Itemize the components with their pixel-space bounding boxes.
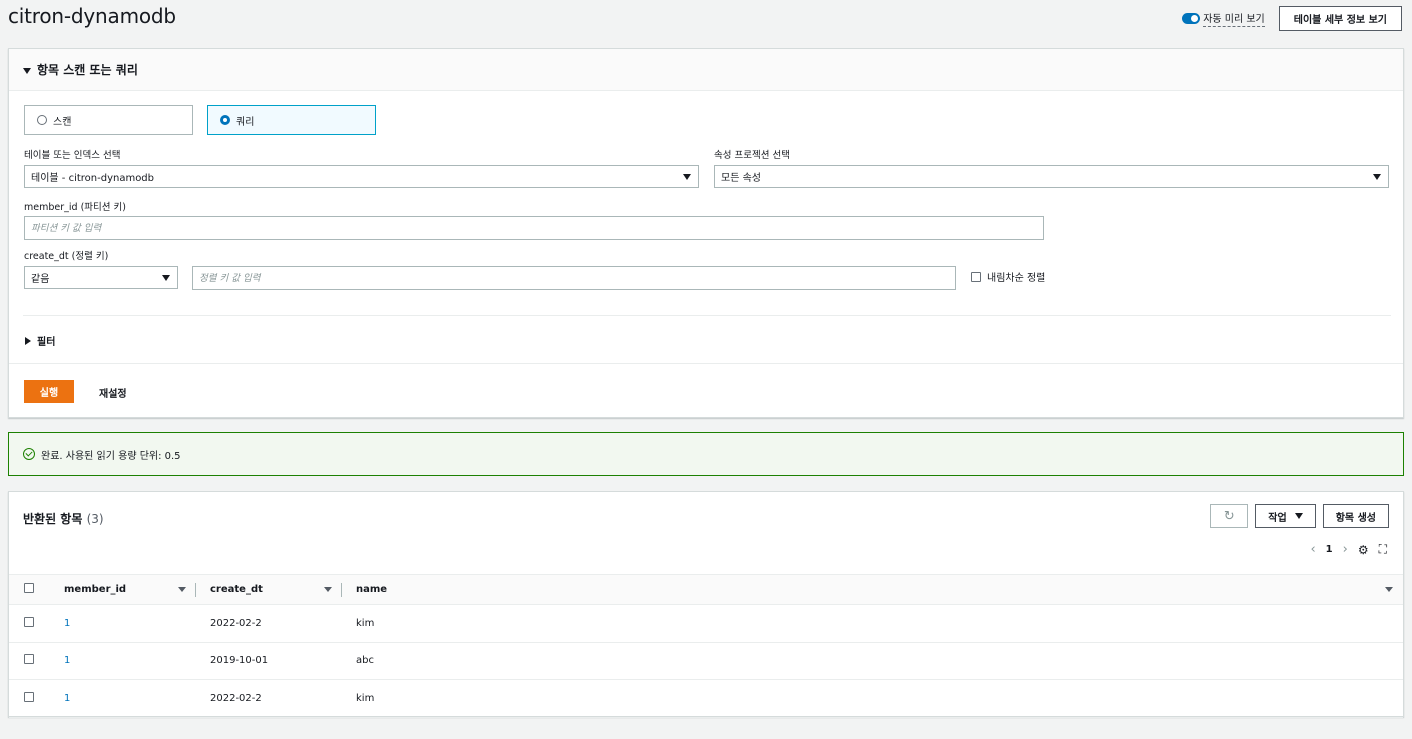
cell-create-dt: 2022-02-2: [210, 617, 262, 629]
descending-sort-option[interactable]: 내림차순 정렬: [971, 269, 1045, 284]
caret-down-icon: [162, 275, 170, 281]
row-checkbox[interactable]: [24, 654, 34, 665]
results-actions: ↻ 작업 항목 생성: [1210, 504, 1389, 528]
select-all-cell: [9, 575, 50, 605]
cell-name: kim: [356, 617, 375, 629]
create-item-button[interactable]: 항목 생성: [1322, 504, 1389, 528]
sort-icon[interactable]: [178, 587, 186, 592]
projection-label: 속성 프로젝션 선택: [714, 150, 790, 161]
table-index-select[interactable]: 테이블 - citron-dynamodb: [24, 165, 699, 188]
page-title: citron-dynamodb: [8, 4, 176, 28]
caret-down-icon: [1373, 174, 1381, 180]
auto-preview-label: 자동 미리 보기: [1203, 10, 1265, 27]
member-id-link[interactable]: 1: [64, 618, 70, 629]
success-alert: 완료. 사용된 읽기 용량 단위: 0.5: [8, 432, 1404, 476]
fullscreen-icon[interactable]: ⛶: [1379, 542, 1387, 557]
scan-query-header[interactable]: 항목 스캔 또는 쿼리: [9, 49, 1403, 91]
row-checkbox[interactable]: [24, 616, 34, 627]
results-count: (3): [86, 512, 104, 526]
caret-down-icon: [1294, 513, 1303, 519]
filter-label: 필터: [37, 337, 56, 348]
table-details-button[interactable]: 테이블 세부 정보 보기: [1278, 6, 1402, 31]
cell-create-dt: 2019-10-01: [210, 655, 269, 667]
scan-radio-label: 스캔: [53, 116, 72, 128]
select-all-checkbox[interactable]: [24, 583, 34, 593]
scan-query-panel: 항목 스캔 또는 쿼리 스캔 쿼리 테이블 또는 인덱스 선택 테이블 - ci…: [8, 48, 1404, 418]
sort-condition-value: 같음: [31, 274, 50, 285]
table-index-label: 테이블 또는 인덱스 선택: [24, 150, 121, 161]
cell-name: kim: [356, 692, 375, 704]
results-panel: 반환된 항목 (3) ↻ 작업 항목 생성 ‹ 1 › ⚙ ⛶ member_i…: [8, 491, 1404, 717]
header-actions: 자동 미리 보기 테이블 세부 정보 보기: [1182, 6, 1402, 31]
row-select-cell: [9, 680, 50, 718]
sort-key-input[interactable]: [192, 266, 956, 290]
cell-member-id: 1: [50, 680, 196, 718]
scan-radio-tile[interactable]: 스캔: [24, 105, 193, 135]
row-checkbox[interactable]: [24, 691, 34, 702]
table-row[interactable]: 1 2019-10-01 abc: [9, 642, 1403, 680]
query-radio-label: 쿼리: [236, 116, 255, 128]
member-id-link[interactable]: 1: [64, 693, 70, 704]
descending-checkbox[interactable]: [971, 271, 981, 282]
query-radio-tile[interactable]: 쿼리: [207, 105, 376, 135]
cell-member-id: 1: [50, 605, 196, 643]
results-title: 반환된 항목 (3): [23, 510, 104, 527]
refresh-icon: ↻: [1223, 508, 1235, 524]
filter-expander[interactable]: 필터: [25, 333, 55, 348]
check-circle-icon: [23, 448, 35, 460]
cell-create-dt: 2022-02-2: [210, 692, 262, 704]
column-header-label: name: [356, 584, 388, 595]
sort-icon[interactable]: [324, 587, 332, 592]
column-header-create-dt[interactable]: create_dt: [196, 575, 342, 605]
pagination: ‹ 1 › ⚙ ⛶: [1310, 542, 1387, 557]
sort-icon[interactable]: [1385, 587, 1393, 592]
chevron-right-icon[interactable]: ›: [1343, 542, 1348, 557]
actions-button[interactable]: 작업: [1255, 504, 1316, 528]
scan-query-title: 항목 스캔 또는 쿼리: [37, 63, 138, 77]
results-title-text: 반환된 항목: [23, 512, 83, 526]
cell-name: abc: [356, 655, 374, 667]
query-footer: 실행 재설정: [9, 363, 1403, 419]
cell-member-id: 1: [50, 642, 196, 680]
alert-message: 완료. 사용된 읽기 용량 단위: 0.5: [41, 450, 181, 462]
gear-icon[interactable]: ⚙: [1358, 543, 1369, 557]
descending-label: 내림차순 정렬: [987, 273, 1046, 284]
column-header-label: member_id: [64, 584, 127, 595]
page-number[interactable]: 1: [1326, 544, 1333, 555]
radio-selected-icon: [220, 115, 230, 125]
row-select-cell: [9, 605, 50, 643]
reset-button[interactable]: 재설정: [99, 385, 127, 400]
radio-icon: [37, 115, 47, 125]
toggle-switch[interactable]: [1182, 13, 1201, 24]
column-header-name[interactable]: name: [342, 575, 1403, 605]
table-row[interactable]: 1 2022-02-2 kim: [9, 605, 1403, 643]
actions-label: 작업: [1268, 512, 1287, 524]
sort-key-label: create_dt (정렬 키): [24, 251, 109, 262]
partition-key-input[interactable]: [24, 216, 1044, 240]
run-button[interactable]: 실행: [24, 380, 74, 403]
partition-key-label: member_id (파티션 키): [24, 202, 126, 213]
caret-right-icon: [25, 336, 31, 345]
table-index-value: 테이블 - citron-dynamodb: [31, 173, 155, 184]
row-select-cell: [9, 642, 50, 680]
refresh-button[interactable]: ↻: [1210, 504, 1249, 528]
sort-condition-select[interactable]: 같음: [24, 266, 178, 289]
table-header-row: member_id create_dt name: [9, 574, 1403, 605]
caret-down-icon: [683, 174, 691, 180]
column-header-label: create_dt: [210, 584, 263, 595]
results-table: member_id create_dt name 1 2022-02-2 kim…: [9, 574, 1403, 718]
member-id-link[interactable]: 1: [64, 655, 70, 666]
projection-value: 모든 속성: [721, 173, 761, 184]
chevron-left-icon[interactable]: ‹: [1310, 542, 1315, 557]
auto-preview-toggle[interactable]: 자동 미리 보기: [1182, 10, 1265, 27]
divider: [23, 315, 1391, 316]
column-header-member-id[interactable]: member_id: [50, 575, 196, 605]
table-row[interactable]: 1 2022-02-2 kim: [9, 680, 1403, 718]
projection-select[interactable]: 모든 속성: [714, 165, 1389, 188]
caret-down-icon: [23, 67, 31, 74]
